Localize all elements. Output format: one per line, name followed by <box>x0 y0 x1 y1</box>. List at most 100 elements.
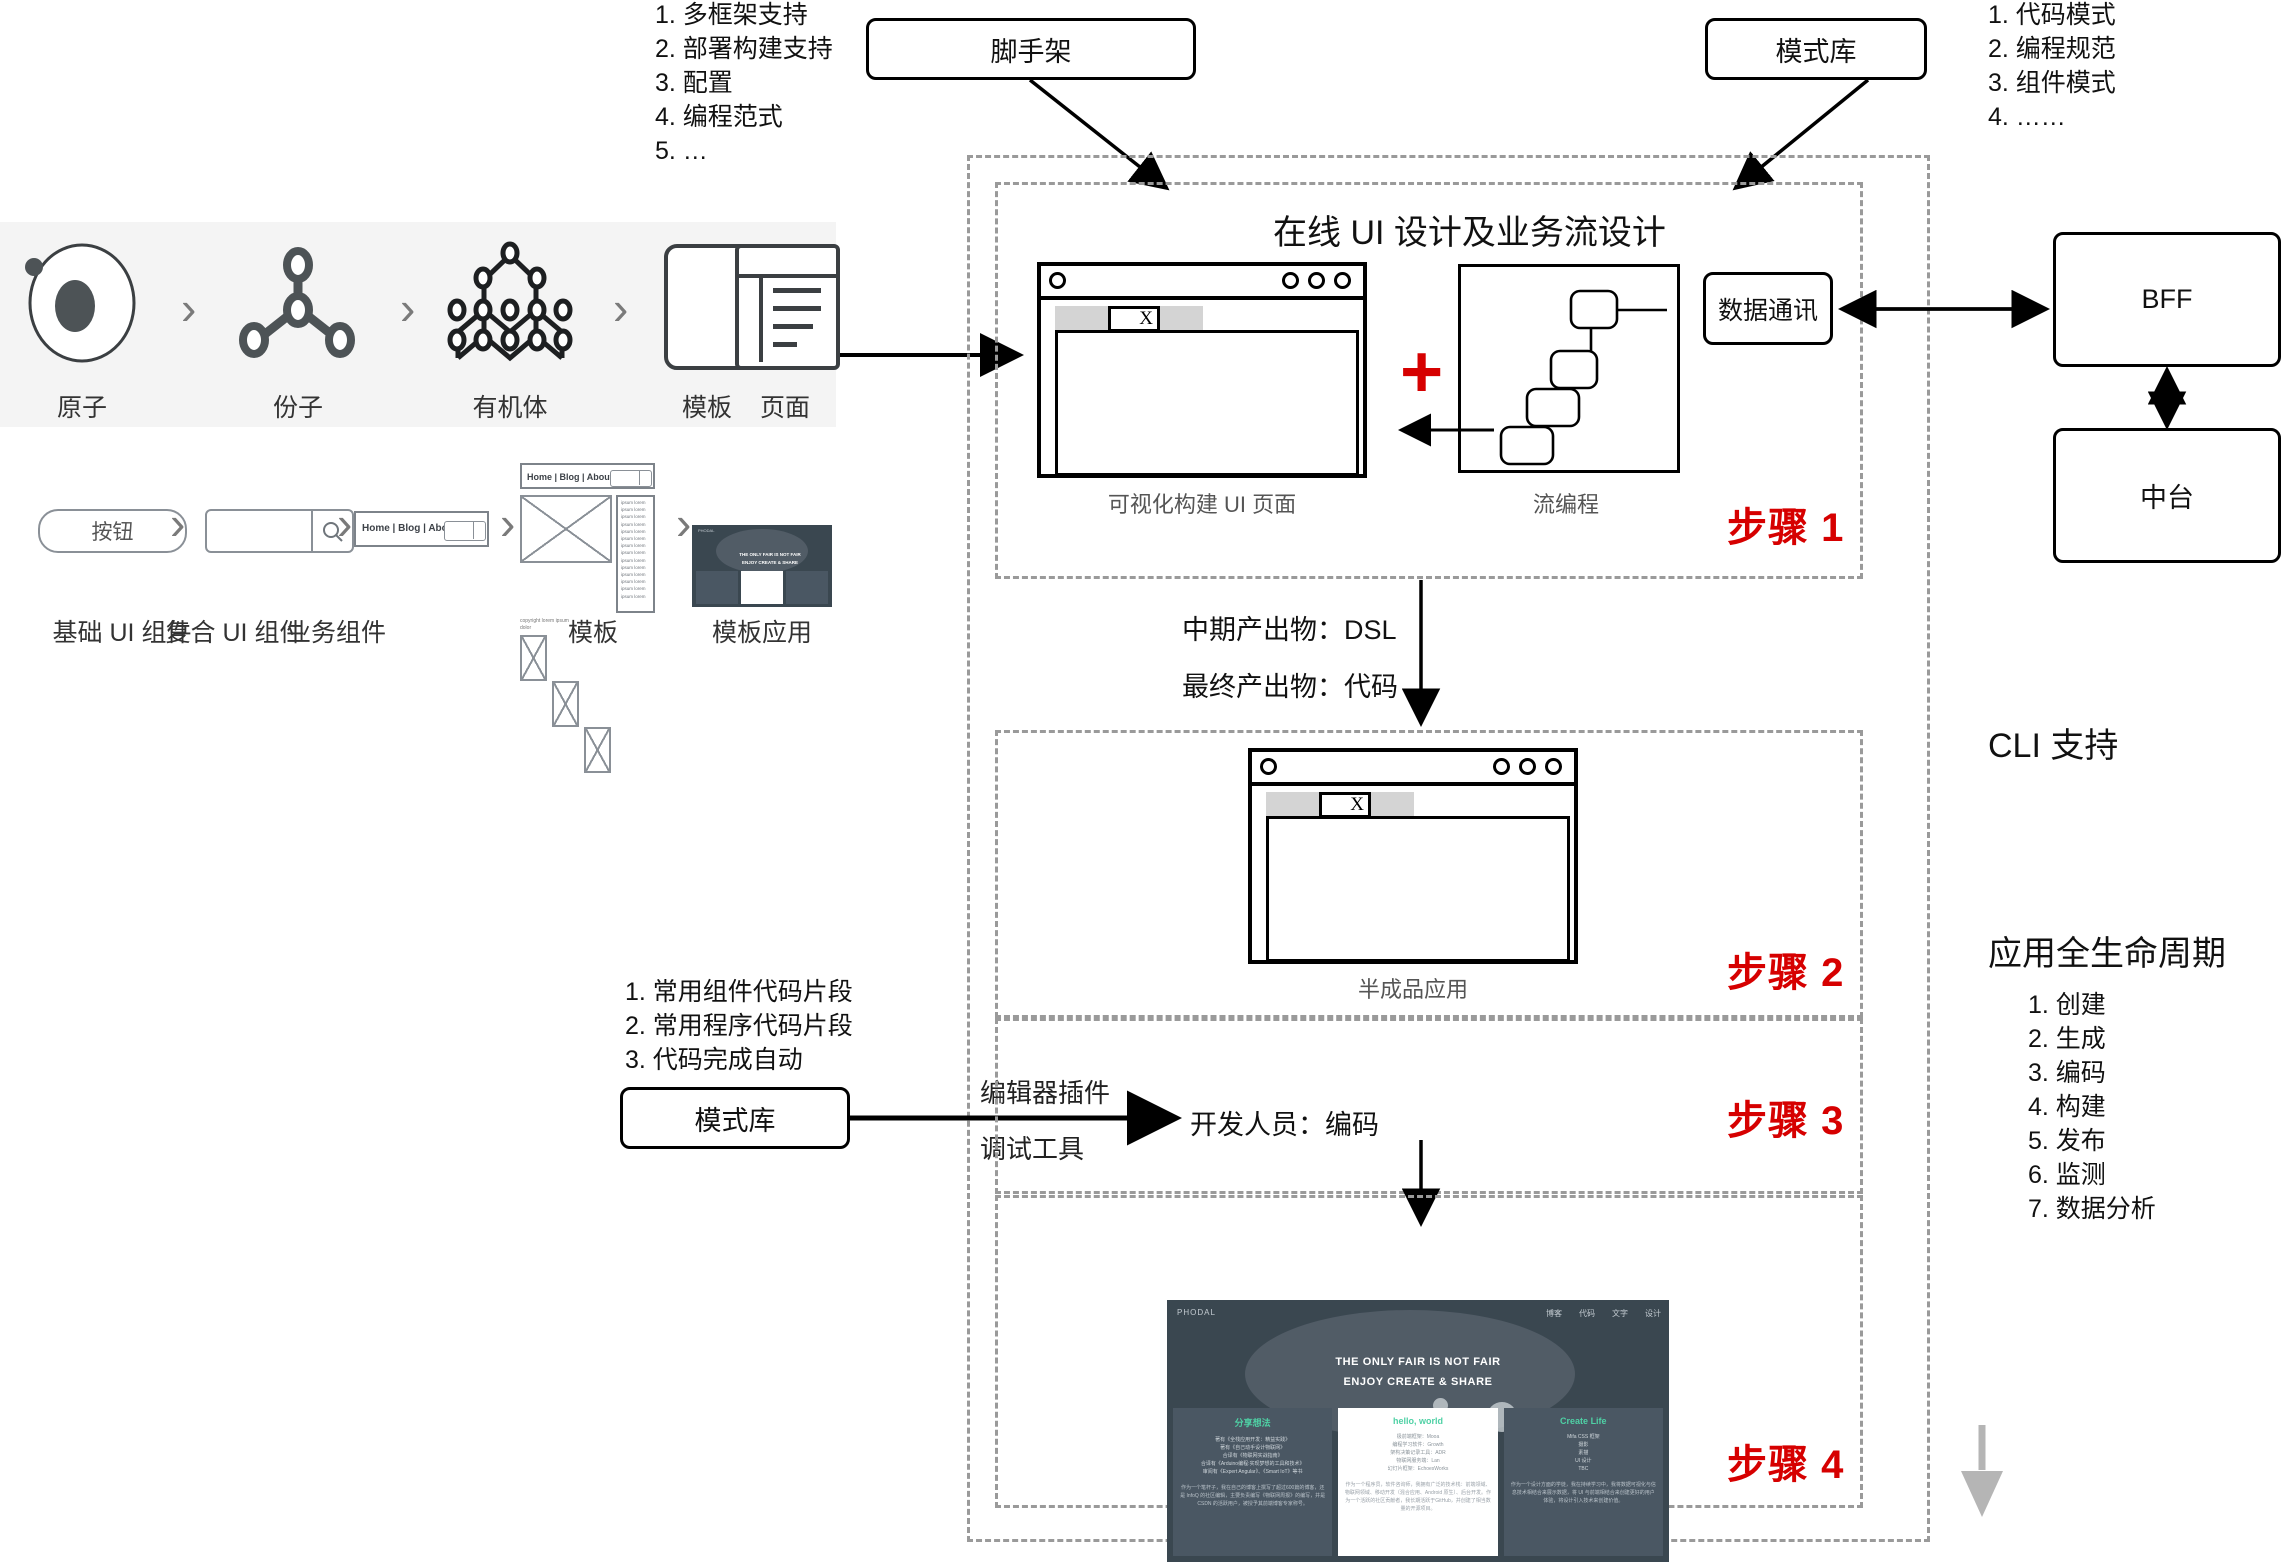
site-nav-item[interactable]: 设计 <box>1645 1308 1661 1319</box>
browser-tab[interactable] <box>1266 792 1319 818</box>
step2-browser-mock: X <box>1248 748 1578 964</box>
step2-label: 步骤 2 <box>1727 951 1845 995</box>
site-column-paragraph: 作为一个设计方面的学徒，我在持续学习中，我将数据可视化与信息技术相结合来展示数据… <box>1510 1482 1656 1504</box>
components-chevron: › <box>170 497 186 549</box>
pattern-library-top-label: 模式库 <box>1775 36 1857 67</box>
browser-titlebar <box>1041 266 1363 300</box>
components-chevron: › <box>676 497 692 549</box>
site-nav[interactable]: 博客 代码 文字 设计 <box>1546 1308 1661 1319</box>
component-template-label: 模板 <box>567 619 618 647</box>
site-nav-item[interactable]: 博客 <box>1546 1308 1562 1319</box>
step4-site-mock: PHODAL 博客 代码 文字 设计 THE ONLY FAIR IS NOT … <box>1167 1300 1669 1562</box>
site-nav-item[interactable]: 文字 <box>1612 1308 1628 1319</box>
lifecycle-list: 1. 创建 2. 生成 3. 编码 4. 构建 5. 发布 6. 监测 7. 数… <box>2028 988 2156 1226</box>
scaffold-feature-item: 2. 部署构建支持 <box>655 35 833 63</box>
lifecycle-item: 5. 发布 <box>2028 1127 2106 1155</box>
lifecycle-item: 3. 编码 <box>2028 1059 2106 1087</box>
component-template-sample: Home | Blog | About <box>527 472 613 482</box>
site-column-line: 摄影 <box>1578 1442 1589 1448</box>
data-communication-to-bff-arrow <box>1838 289 2050 329</box>
site-column-line: Mifa CSS 框架 <box>1567 1434 1600 1440</box>
site-column-line: UI 设计 <box>1575 1458 1592 1464</box>
middle-platform-box[interactable]: 中台 <box>2053 428 2281 563</box>
component-business: Home | Blog | About <box>354 511 489 547</box>
site-column-paragraph: 作为一个程序员，软件咨询师，我拥有广泛的技术栈：前端领域、物联网领域、移动开发（… <box>1344 1482 1492 1512</box>
flow-output-arrow <box>1398 413 1494 447</box>
site-hero-line1: THE ONLY FAIR IS NOT FAIR <box>1335 1356 1501 1368</box>
bff-middle-platform-arrow <box>2147 366 2187 430</box>
bff-box[interactable]: BFF <box>2053 232 2281 367</box>
site-nav-item[interactable]: 代码 <box>1579 1308 1595 1319</box>
atomic-chevron: › <box>400 282 416 334</box>
window-dot-icon <box>1493 758 1510 775</box>
component-compound-ui <box>205 509 354 553</box>
site-column-line: 著有《全栈应用开发：精益实践》 <box>1215 1437 1291 1443</box>
step3-label: 步骤 3 <box>1727 1099 1845 1143</box>
code-snippet-list: 1. 常用组件代码片段 2. 常用程序代码片段 3. 代码完成自动 <box>625 975 853 1077</box>
site-column-line: 素描 <box>1578 1450 1589 1456</box>
scaffold-box[interactable]: 脚手架 <box>866 18 1196 80</box>
tab-close-icon[interactable]: X <box>1139 308 1153 330</box>
data-communication-label: 数据通讯 <box>1717 296 1818 325</box>
step2-caption: 半成品应用 <box>1357 977 1468 1002</box>
atomic-item-page-label: 页面 <box>759 394 810 422</box>
pattern-feature-item: 1. 代码模式 <box>1988 1 2116 29</box>
pattern-library-box-bottom[interactable]: 模式库 <box>620 1087 850 1149</box>
browser-tabs[interactable]: X <box>1055 304 1203 332</box>
browser-tab[interactable] <box>1160 306 1203 332</box>
component-business-label: 业务组件 <box>285 619 386 647</box>
component-template-application-label: 模板应用 <box>711 619 812 647</box>
data-communication-box[interactable]: 数据通讯 <box>1703 272 1833 345</box>
lifecycle-item: 7. 数据分析 <box>2028 1195 2156 1223</box>
atomic-item-atom-label: 原子 <box>56 394 107 422</box>
molecule-icon <box>239 247 355 358</box>
browser-tabs[interactable]: X <box>1266 790 1414 818</box>
pattern-library-box-top[interactable]: 模式库 <box>1705 18 1927 80</box>
site-column-line: 幻灯片框架：EchoesWorks <box>1387 1466 1449 1472</box>
page-icon <box>735 244 840 370</box>
atomic-item-organism-label: 有机体 <box>472 394 548 422</box>
browser-tab-active[interactable]: X <box>1108 306 1160 332</box>
atomic-item-organism <box>440 240 580 390</box>
site-columns: 分享想法 著有《全栈应用开发：精益实践》 著有《自己动手设计物联网》 合译有《物… <box>1173 1408 1663 1556</box>
tab-close-icon[interactable]: X <box>1350 794 1364 816</box>
component-basic-ui-sample: 按钮 <box>91 521 134 544</box>
components-chevron: › <box>337 497 353 549</box>
site-column-line: TBC <box>1578 1466 1589 1472</box>
scaffold-feature-item: 5. … <box>655 137 708 165</box>
browser-canvas[interactable] <box>1266 816 1570 962</box>
browser-tab[interactable] <box>1055 306 1108 332</box>
site-column: hello, world 极前端框架：Mooa 编程学习软件：Growth 架构… <box>1338 1408 1498 1556</box>
lifecycle-flow-arrow <box>1961 1425 2003 1517</box>
scaffold-feature-item: 3. 配置 <box>655 69 733 97</box>
atom-icon <box>25 243 136 363</box>
atomic-chevron: › <box>181 282 197 334</box>
lifecycle-item: 4. 构建 <box>2028 1093 2106 1121</box>
step1-title: 在线 UI 设计及业务流设计 <box>1273 214 1666 252</box>
pattern-feature-list: 1. 代码模式 2. 编程规范 3. 组件模式 4. …… <box>1988 0 2116 134</box>
browser-tab[interactable] <box>1371 792 1414 818</box>
browser-titlebar <box>1252 752 1574 786</box>
lifecycle-title: 应用全生命周期 <box>1988 935 2226 973</box>
browser-tab-active[interactable]: X <box>1319 792 1371 818</box>
site-column-line: 合译有《Arduino编程:实现梦想的工具和技术》 <box>1200 1461 1305 1467</box>
site-column-line: 审阅有《Expert Angular》、《Smart IoT》等书 <box>1202 1469 1303 1475</box>
site-column-paragraph: 作为一个笔杆子，我在自己的博客上撰写了超过600篇的博客，还是 InfoQ 的社… <box>1180 1485 1326 1507</box>
pattern-feature-item: 3. 组件模式 <box>1988 69 2116 97</box>
plus-icon: + <box>1400 330 1444 413</box>
lifecycle-item: 1. 创建 <box>2028 991 2106 1019</box>
atomic-item-atom <box>12 240 152 390</box>
window-dot-icon <box>1049 272 1066 289</box>
site-brand: PHODAL <box>1177 1308 1216 1317</box>
scaffold-feature-item: 4. 编程范式 <box>655 103 783 131</box>
window-dot-icon <box>1282 272 1299 289</box>
middle-platform-label: 中台 <box>2140 483 2194 513</box>
window-dot-icon <box>1334 272 1351 289</box>
code-snippet-item: 2. 常用程序代码片段 <box>625 1012 853 1040</box>
window-dot-icon <box>1545 758 1562 775</box>
site-column: 分享想法 著有《全栈应用开发：精益实践》 著有《自己动手设计物联网》 合译有《物… <box>1173 1408 1333 1556</box>
browser-canvas[interactable] <box>1055 330 1359 476</box>
site-column-title: Create Life <box>1560 1416 1607 1426</box>
components-chevron: › <box>500 497 516 549</box>
pattern-feature-item: 2. 编程规范 <box>1988 35 2116 63</box>
